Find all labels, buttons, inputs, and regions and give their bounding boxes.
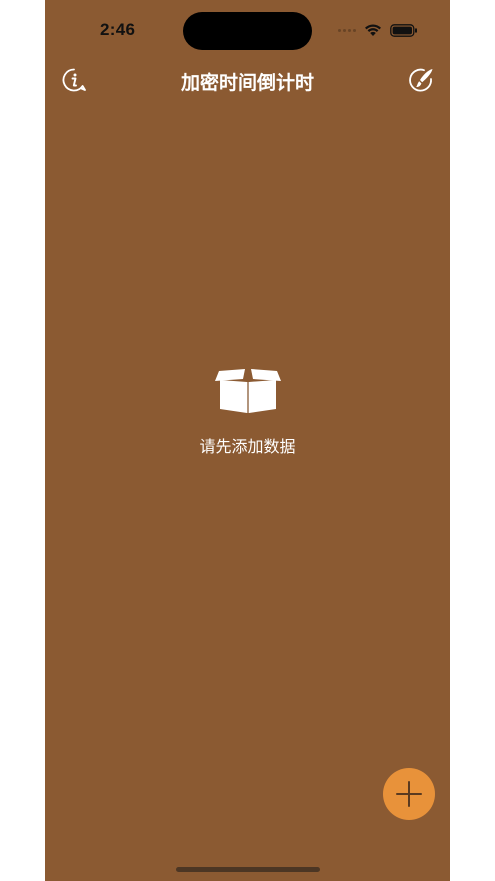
status-time: 2:46 [100, 20, 136, 39]
plus-icon [396, 781, 422, 807]
empty-state: 请先添加数据 [45, 365, 450, 457]
status-indicators [338, 22, 418, 38]
page-title: 加密时间倒计时 [180, 72, 314, 94]
home-indicator[interactable] [176, 867, 320, 872]
empty-message: 请先添加数据 [199, 437, 296, 456]
navigation-bar: 加密时间倒计时 [45, 60, 450, 100]
theme-brush-icon [409, 68, 433, 92]
signal-icon [338, 28, 356, 32]
theme-button[interactable] [407, 66, 435, 94]
wifi-icon [365, 24, 381, 36]
add-button[interactable] [383, 768, 435, 820]
dynamic-island [183, 12, 312, 50]
battery-icon [390, 23, 417, 37]
screen: 2:46 加密时间倒计时 请先添加数据 [0, 0, 495, 881]
app-screen: 2:46 加密时间倒计时 请先添加数据 [45, 0, 450, 881]
open-box-icon [214, 369, 281, 413]
